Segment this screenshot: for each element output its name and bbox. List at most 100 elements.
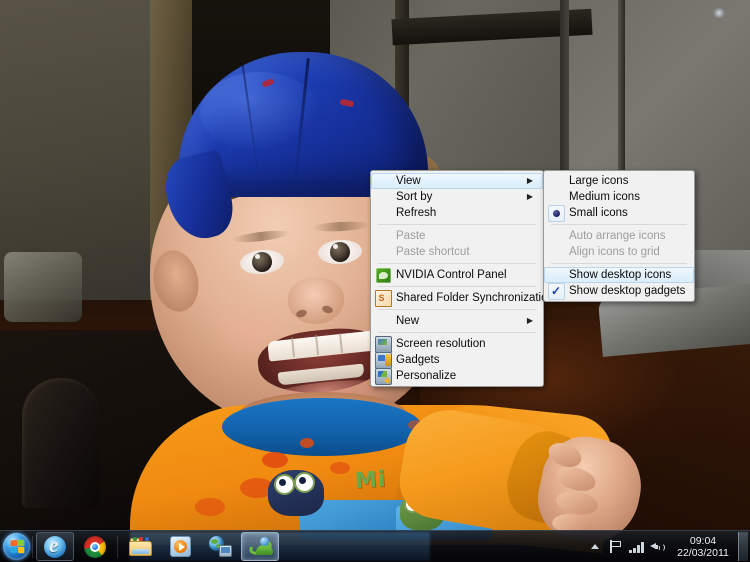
desktop-context-menu[interactable]: View ▶ Sort by ▶ Refresh Paste Paste shortcut N…: [370, 170, 560, 387]
wallpaper-stain-1: [262, 452, 288, 468]
network-globe-icon: [208, 536, 232, 557]
show-desktop-button[interactable]: [738, 532, 748, 561]
wallpaper-child-nose: [288, 278, 344, 324]
menu-item-gadgets[interactable]: Gadgets: [371, 351, 543, 369]
flag-icon: [609, 540, 622, 553]
menu-item-nvidia-control-panel[interactable]: NVIDIA Control Panel: [371, 267, 543, 283]
taskbar-running-group: [120, 532, 280, 561]
wallpaper-stain-5: [195, 498, 225, 516]
taskbar-item-google-chrome[interactable]: [76, 532, 114, 561]
menu-item-label: View: [396, 175, 421, 187]
taskbar-item-windows-live-messenger[interactable]: [241, 532, 279, 561]
start-button[interactable]: [3, 533, 30, 560]
taskbar-divider-2: [117, 535, 118, 558]
submenu-arrow-icon: ▶: [526, 192, 534, 201]
clock-time: 09:04: [689, 534, 717, 547]
wallpaper-stain-2: [300, 438, 314, 448]
menu-item-shared-folder-synchronization[interactable]: Shared Folder Synchronization▶: [371, 289, 560, 307]
clock[interactable]: 09:04 22/03/2011: [672, 532, 734, 561]
wallpaper-chair-arm: [22, 378, 100, 508]
taskbar-item-windows-media-player[interactable]: [161, 532, 199, 561]
wallpaper-shirt-text: Mi: [354, 466, 388, 495]
wallpaper-highlight-spot: [712, 8, 726, 18]
wallpaper-child-eye-glint-right: [333, 244, 338, 249]
menu-item-label: Shared Folder Synchronization: [396, 292, 554, 304]
internet-explorer-icon: [44, 533, 66, 558]
menu-item-label: New: [396, 315, 420, 327]
menu-item-label: Auto arrange icons: [569, 230, 666, 242]
menu-item-icon-placeholder: [372, 205, 394, 221]
radio-selected-icon: [545, 204, 567, 222]
wallpaper-shirt-monster-dark: [268, 470, 324, 516]
windows-logo-icon: [10, 539, 24, 554]
menu-item-label: Medium icons: [569, 191, 640, 203]
menu-item-show-desktop-icons[interactable]: Show desktop icons: [544, 267, 694, 283]
menu-item-sort-by[interactable]: Sort by ▶: [371, 189, 543, 205]
speaker-icon: [650, 540, 665, 553]
media-player-icon: [169, 536, 191, 557]
menu-item-medium-icons[interactable]: Medium icons: [544, 189, 694, 205]
wallpaper-child-eye-glint-left: [255, 254, 260, 259]
taskbar-item-internet-explorer[interactable]: [36, 532, 74, 561]
taskbar-pinned-group: [35, 532, 115, 561]
personalize-icon: [372, 367, 394, 385]
menu-item-refresh[interactable]: Refresh: [371, 205, 543, 221]
taskbar-divider-1: [32, 535, 33, 558]
menu-item-align-icons-to-grid: Align icons to grid: [544, 244, 694, 260]
menu-item-mark-placeholder: [545, 244, 567, 260]
clock-date: 22/03/2011: [677, 546, 729, 559]
volume-button[interactable]: [649, 537, 666, 557]
menu-item-view[interactable]: View ▶: [371, 173, 543, 189]
menu-item-mark-placeholder: [545, 228, 567, 244]
menu-item-paste-shortcut: Paste shortcut: [371, 244, 543, 260]
taskbar-item-windows-explorer[interactable]: [121, 532, 159, 561]
menu-item-label: Sort by: [396, 191, 433, 203]
menu-item-large-icons[interactable]: Large icons: [544, 173, 694, 189]
wallpaper-cushion: [4, 252, 82, 322]
menu-item-paste: Paste: [371, 228, 543, 244]
taskbar[interactable]: 09:04 22/03/2011: [0, 530, 750, 562]
menu-item-label: Show desktop gadgets: [569, 285, 686, 297]
menu-item-icon-placeholder: [372, 228, 394, 244]
menu-item-label: Large icons: [569, 175, 629, 187]
menu-separator: [378, 309, 536, 310]
gadgets-icon: [372, 351, 394, 369]
chevron-up-icon: [590, 544, 599, 549]
taskbar-item-network[interactable]: [201, 532, 239, 561]
menu-item-label: Gadgets: [396, 354, 440, 366]
menu-separator: [551, 263, 687, 264]
shared-folder-icon: [372, 289, 394, 307]
menu-item-small-icons[interactable]: Small icons: [544, 204, 694, 222]
show-hidden-icons-button[interactable]: [586, 537, 603, 557]
folder-icon: [128, 537, 152, 556]
checkmark-icon: ✓: [545, 282, 567, 300]
menu-separator: [378, 286, 536, 287]
menu-item-label: Personalize: [396, 370, 457, 382]
submenu-arrow-icon: ▶: [526, 316, 534, 325]
menu-item-icon-placeholder: [372, 173, 394, 189]
monitor-icon: [372, 335, 394, 354]
menu-item-auto-arrange-icons: Auto arrange icons: [544, 228, 694, 244]
menu-item-screen-resolution[interactable]: Screen resolution: [371, 335, 543, 354]
menu-separator: [378, 332, 536, 333]
wallpaper-child-collar: [222, 398, 422, 456]
menu-item-icon-placeholder: [372, 189, 394, 205]
menu-item-label: Show desktop icons: [569, 269, 672, 281]
network-status-button[interactable]: [628, 537, 645, 557]
action-center-button[interactable]: [607, 537, 624, 557]
menu-item-label: Refresh: [396, 207, 437, 219]
nvidia-icon: [372, 267, 394, 283]
menu-item-mark-placeholder: [545, 267, 567, 283]
submenu-arrow-icon: ▶: [526, 176, 534, 185]
system-tray: 09:04 22/03/2011: [584, 532, 750, 561]
menu-item-personalize[interactable]: Personalize: [371, 367, 543, 385]
view-submenu[interactable]: Large icons Medium icons Small icons Auto a…: [543, 170, 695, 302]
menu-item-label: Paste: [396, 230, 426, 242]
messenger-icon: [247, 536, 273, 557]
menu-item-icon-placeholder: [372, 244, 394, 260]
menu-item-mark-placeholder: [545, 173, 567, 189]
menu-item-new[interactable]: New ▶: [371, 313, 543, 329]
menu-item-icon-placeholder: [372, 313, 394, 329]
menu-separator: [551, 224, 687, 225]
menu-item-show-desktop-gadgets[interactable]: ✓ Show desktop gadgets: [544, 282, 694, 300]
